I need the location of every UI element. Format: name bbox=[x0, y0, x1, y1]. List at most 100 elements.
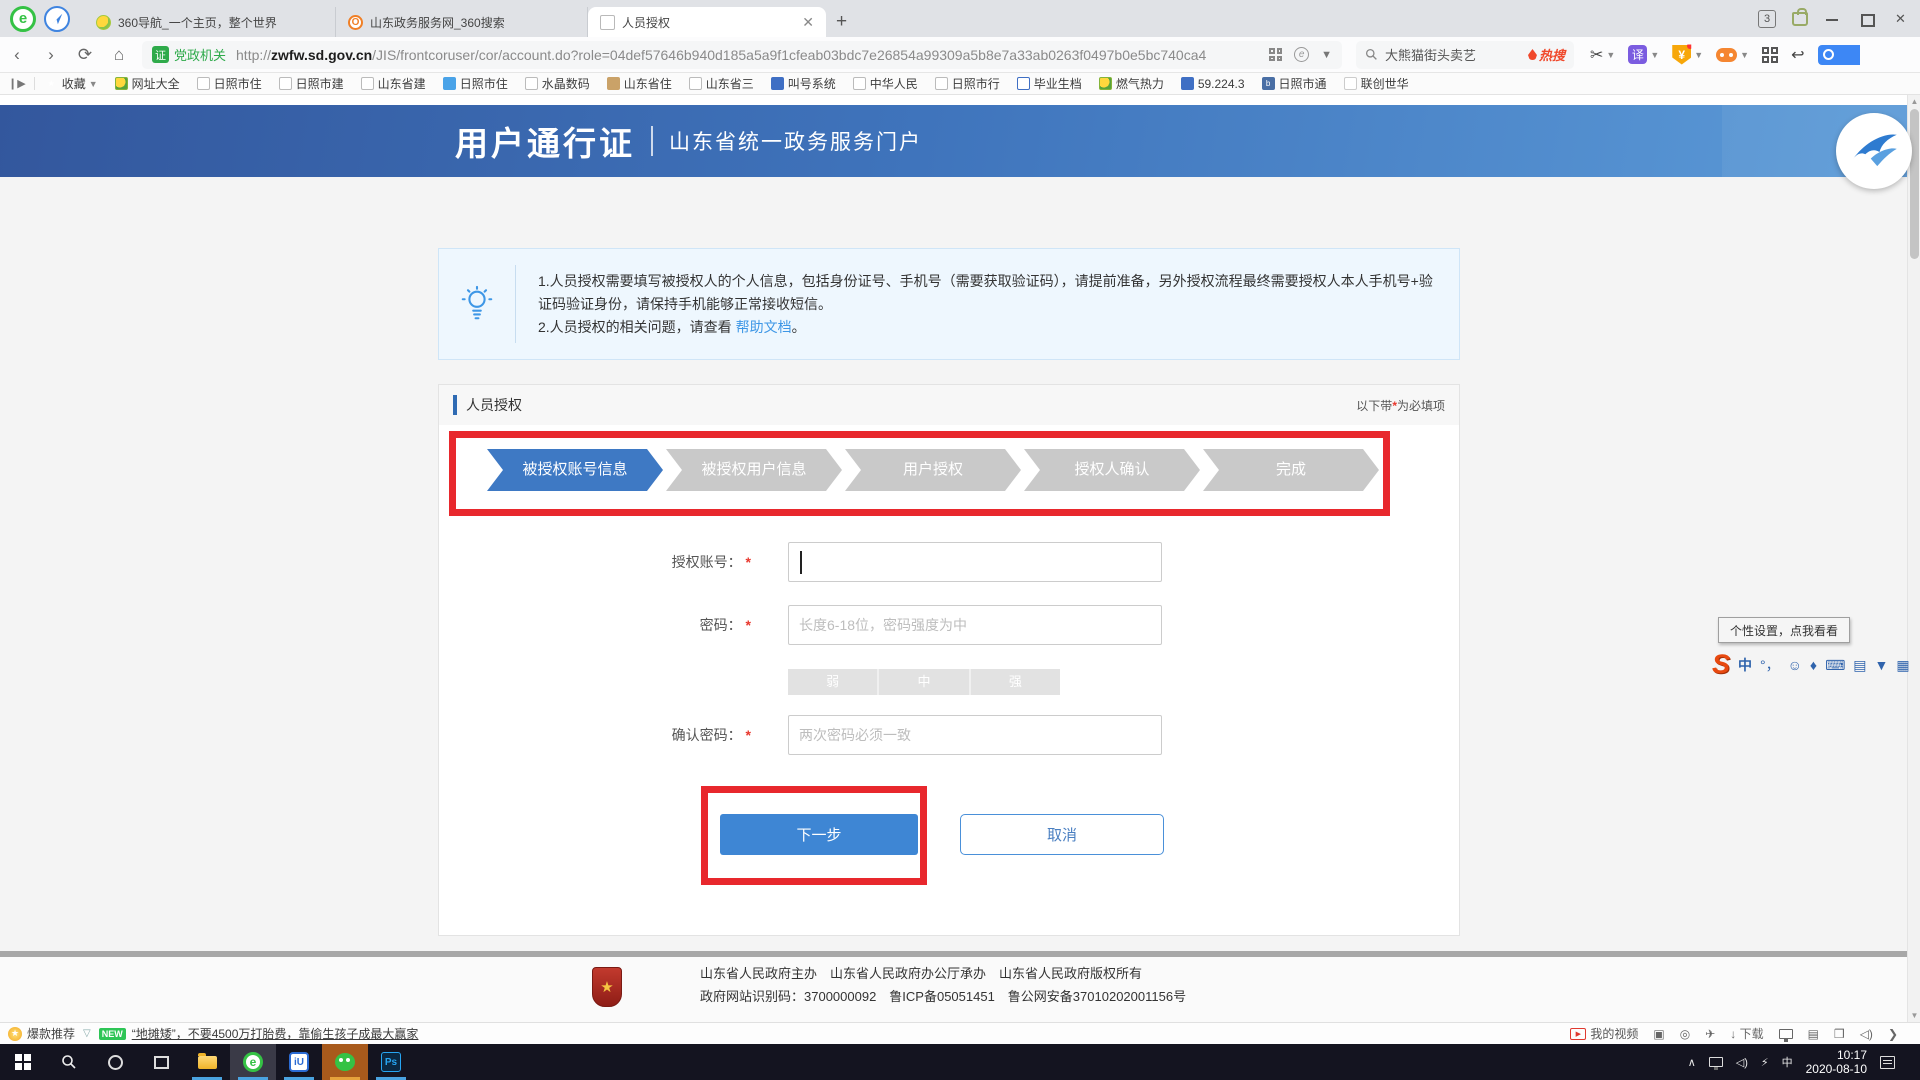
target-icon[interactable]: ◎ bbox=[1680, 1027, 1690, 1041]
screenshot-tool[interactable]: ✂▼ bbox=[1590, 45, 1615, 65]
bookmark-item[interactable]: 日照市住 bbox=[197, 75, 262, 92]
bookmark-item[interactable]: 日照市住 bbox=[443, 75, 508, 92]
favorites-menu[interactable]: ★收藏▼ bbox=[45, 75, 98, 92]
sogou-ime-bar[interactable]: S 中 °， ☺ ♦ ⌨ ▤ ▼ ▦ bbox=[1712, 651, 1910, 678]
task-view-button[interactable] bbox=[138, 1044, 184, 1080]
window-maximize-button[interactable] bbox=[1858, 12, 1876, 26]
reader-icon[interactable]: ▤ bbox=[1808, 1027, 1819, 1041]
taskbar-clock[interactable]: 10:17 2020-08-10 bbox=[1806, 1048, 1867, 1076]
url-dropdown-icon[interactable]: ▼ bbox=[1321, 49, 1332, 61]
refresh-button[interactable]: ⟳ bbox=[68, 45, 102, 65]
scroll-down-icon[interactable]: ▼ bbox=[1908, 1011, 1920, 1020]
coupon-tool[interactable]: ¥▼ bbox=[1672, 45, 1703, 65]
games-tool[interactable]: ▼ bbox=[1716, 48, 1749, 62]
url-text[interactable]: http://zwfw.sd.gov.cn/JIS/frontcoruser/c… bbox=[236, 47, 1259, 63]
confirm-password-input[interactable] bbox=[788, 715, 1162, 755]
tab-person-auth-active[interactable]: 人员授权 ✕ bbox=[588, 7, 826, 37]
scrollbar-thumb[interactable] bbox=[1910, 109, 1919, 259]
bookmark-item[interactable]: 山东省住 bbox=[607, 75, 672, 92]
tab-360-search[interactable]: O 山东政务服务网_360搜索 bbox=[336, 7, 588, 37]
back-button[interactable]: ‹ bbox=[0, 45, 34, 65]
address-bar[interactable]: 证 党政机关 http://zwfw.sd.gov.cn/JIS/frontco… bbox=[142, 41, 1342, 69]
sidebar-toggle-icon[interactable]: ❙▶ bbox=[8, 77, 35, 90]
ime-emoji-icon[interactable]: ☺ bbox=[1788, 658, 1802, 672]
bookmark-item[interactable]: 山东省三 bbox=[689, 75, 754, 92]
nav-compass-icon[interactable] bbox=[44, 6, 70, 32]
photo-icon[interactable]: ▣ bbox=[1653, 1027, 1664, 1041]
tray-network-icon[interactable]: ⚡ bbox=[1761, 1056, 1769, 1069]
bookmark-item[interactable]: b日照市通 bbox=[1262, 75, 1327, 92]
browser-logo-icon[interactable]: e bbox=[10, 6, 36, 32]
compat-mode-icon[interactable]: e bbox=[1294, 47, 1309, 62]
site-cert-label[interactable]: 党政机关 bbox=[174, 45, 226, 64]
bookmark-item[interactable]: IC联创世华 bbox=[1344, 75, 1409, 92]
expand-chevron-icon[interactable]: ❯ bbox=[1888, 1027, 1898, 1041]
tray-ime-mode[interactable]: 中 bbox=[1782, 1054, 1793, 1070]
tab-close-icon[interactable]: ✕ bbox=[802, 14, 814, 31]
cortana-button[interactable] bbox=[92, 1044, 138, 1080]
ime-toolbox-icon[interactable]: ▦ bbox=[1896, 658, 1909, 672]
new-tab-button[interactable]: + bbox=[836, 11, 847, 33]
tray-expand-icon[interactable]: ∧ bbox=[1688, 1056, 1696, 1069]
home-button[interactable]: ⌂ bbox=[102, 45, 136, 65]
bookmark-item[interactable]: 59.224.3 bbox=[1181, 77, 1245, 91]
bookmark-item[interactable]: ◍毕业生档 bbox=[1017, 75, 1082, 92]
wechat-button[interactable] bbox=[322, 1044, 368, 1080]
tray-display-icon[interactable] bbox=[1709, 1057, 1723, 1067]
hot-search-label[interactable]: 热搜 bbox=[1528, 45, 1565, 64]
cancel-button[interactable]: 取消 bbox=[960, 814, 1164, 855]
scroll-up-icon[interactable]: ▲ bbox=[1908, 97, 1920, 106]
window-close-button[interactable] bbox=[1892, 12, 1910, 26]
my-video-button[interactable]: ▶我的视频 bbox=[1570, 1025, 1638, 1042]
ime-punctuation-icon[interactable]: °， bbox=[1760, 658, 1780, 672]
ime-keyboard-icon[interactable]: ⌨ bbox=[1825, 658, 1845, 672]
bookmark-item[interactable]: 水晶数码 bbox=[525, 75, 590, 92]
browser-360-button[interactable]: e bbox=[230, 1044, 276, 1080]
ime-mic-icon[interactable]: ♦ bbox=[1810, 658, 1817, 672]
window-minimize-button[interactable] bbox=[1824, 12, 1842, 26]
tray-volume-icon[interactable]: ◁) bbox=[1736, 1056, 1748, 1069]
mute-icon[interactable]: ◁) bbox=[1860, 1027, 1873, 1041]
start-button[interactable] bbox=[0, 1044, 46, 1080]
qr-code-icon[interactable] bbox=[1269, 48, 1282, 61]
bookmark-item[interactable]: 网址大全 bbox=[115, 75, 180, 92]
ime-skin-icon[interactable]: ▼ bbox=[1875, 658, 1889, 672]
recent-tabs-count-badge[interactable]: 3 bbox=[1758, 10, 1776, 28]
history-back-tool[interactable]: ↩ bbox=[1791, 45, 1804, 65]
ime-settings-tooltip[interactable]: 个性设置，点我看看 bbox=[1718, 617, 1850, 643]
bookmark-item[interactable]: 日照市建 bbox=[279, 75, 344, 92]
bookmark-item[interactable]: 日照市行 bbox=[935, 75, 1000, 92]
file-explorer-button[interactable] bbox=[184, 1044, 230, 1080]
help-doc-link[interactable]: 帮助文档 bbox=[736, 319, 792, 335]
bookmark-item[interactable]: 叫号系统 bbox=[771, 75, 836, 92]
search-query[interactable]: 大熊猫街头卖艺 bbox=[1385, 45, 1528, 64]
action-center-icon[interactable] bbox=[1880, 1056, 1895, 1069]
bookmark-item[interactable]: 中华人民 bbox=[853, 75, 918, 92]
photoshop-button[interactable]: Ps bbox=[368, 1044, 414, 1080]
next-step-button[interactable]: 下一步 bbox=[720, 814, 918, 855]
forward-button[interactable]: › bbox=[34, 45, 68, 65]
iu-app-button[interactable]: iU bbox=[276, 1044, 322, 1080]
site-cert-icon[interactable]: 证 bbox=[152, 46, 169, 63]
page-scrollbar[interactable]: ▲ ▼ bbox=[1907, 95, 1920, 1022]
sogou-logo-icon[interactable]: S bbox=[1712, 651, 1730, 678]
search-box[interactable]: 大熊猫街头卖艺 热搜 bbox=[1356, 41, 1574, 69]
ime-clipboard-icon[interactable]: ▤ bbox=[1853, 658, 1866, 672]
bookmark-item[interactable]: 山东省建 bbox=[361, 75, 426, 92]
feed-headline-link[interactable]: “地摊矮”，不要4500万打胎费，靠偷生孩子成最大赢家 bbox=[132, 1025, 419, 1042]
ime-mode-toggle[interactable]: 中 bbox=[1738, 658, 1752, 672]
bookmark-item[interactable]: 燃气热力 bbox=[1099, 75, 1164, 92]
translate-tool[interactable]: 译▼ bbox=[1628, 45, 1659, 64]
plane-icon[interactable]: ✈ bbox=[1705, 1027, 1715, 1041]
hot-pick-label[interactable]: 爆款推荐 bbox=[27, 1025, 75, 1042]
account-input[interactable] bbox=[788, 542, 1162, 582]
shopping-bag-icon[interactable] bbox=[1792, 12, 1808, 26]
password-input[interactable] bbox=[788, 605, 1162, 645]
promo-badge[interactable] bbox=[1818, 45, 1860, 65]
apps-grid-tool[interactable] bbox=[1762, 47, 1778, 63]
tab-360-nav[interactable]: 360导航_一个主页，整个世界 bbox=[84, 7, 336, 37]
window-split-icon[interactable]: ❒ bbox=[1834, 1027, 1845, 1041]
taskbar-search-button[interactable] bbox=[46, 1044, 92, 1080]
download-button[interactable]: ↓ 下载 bbox=[1730, 1025, 1763, 1042]
cast-screen-icon[interactable] bbox=[1779, 1029, 1793, 1039]
